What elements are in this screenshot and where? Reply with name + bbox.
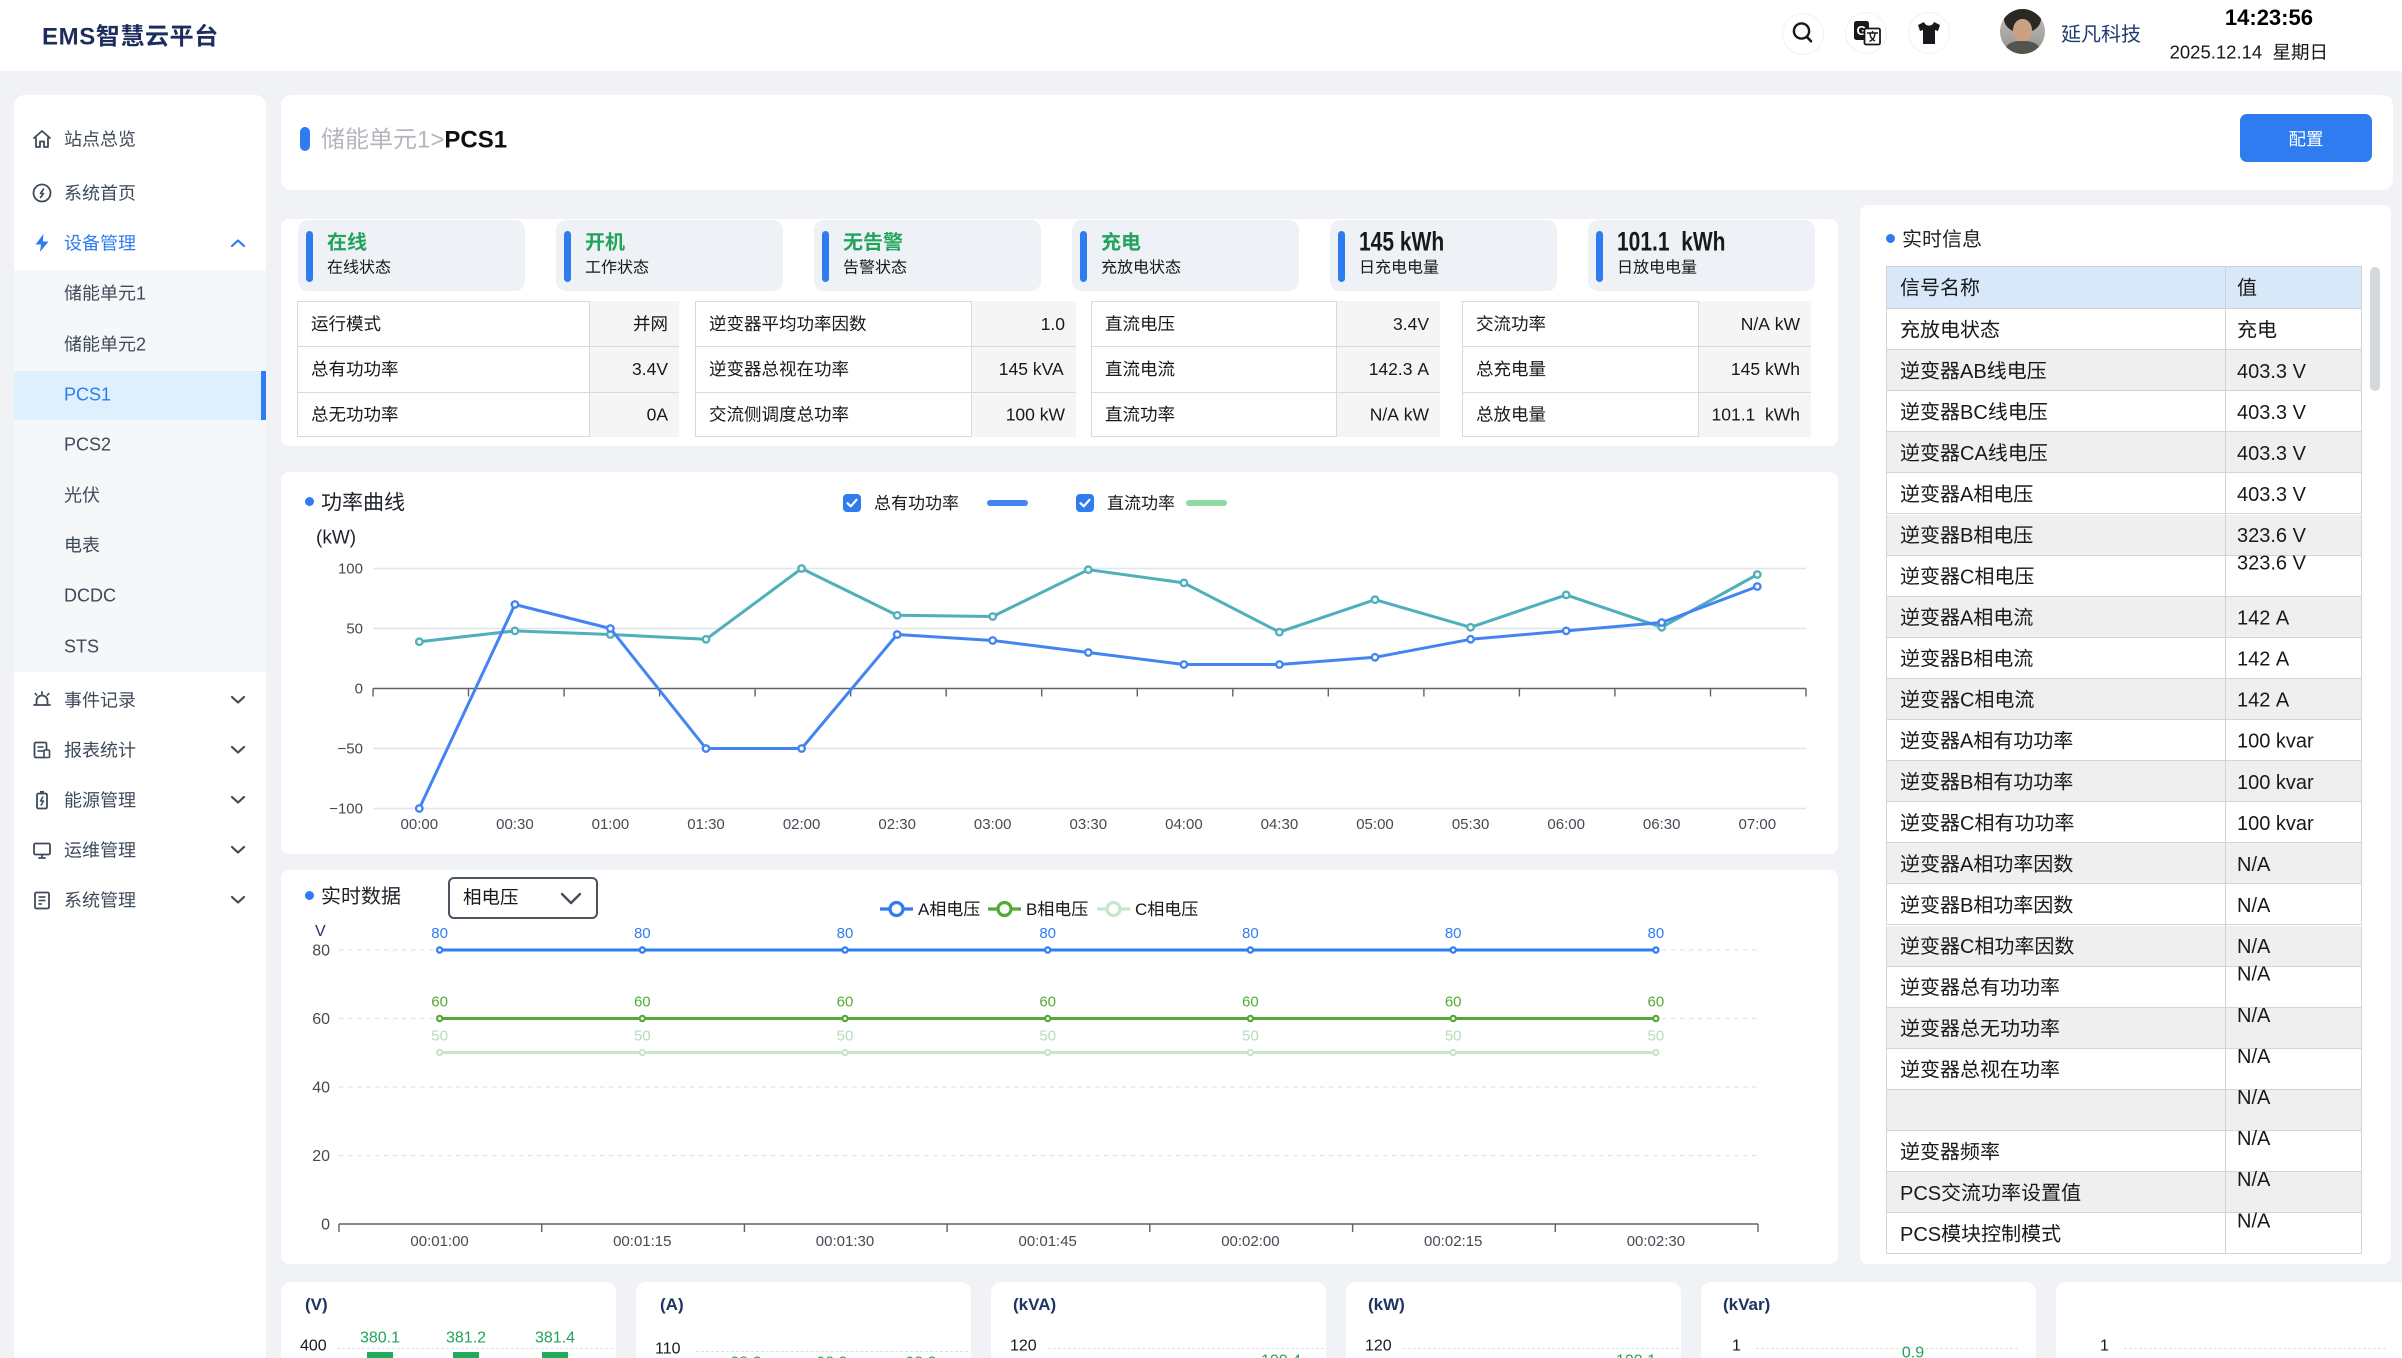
svg-text:(kVA): (kVA) — [1013, 1295, 1056, 1314]
svg-text:C: C — [1960, 813, 1974, 835]
svg-text:CA: CA — [1960, 443, 1988, 465]
svg-text:C: C — [1960, 936, 1974, 958]
svg-text:C: C — [1960, 690, 1974, 712]
svg-text:N/A: N/A — [2237, 1005, 2271, 1027]
svg-text:380.1: 380.1 — [360, 1330, 400, 1347]
svg-text:B: B — [1960, 772, 1973, 794]
svg-text:3.4V: 3.4V — [1393, 314, 1429, 334]
svg-text:AB: AB — [1960, 361, 1987, 383]
svg-text:3.4V: 3.4V — [632, 359, 668, 379]
svg-text:PCS2: PCS2 — [64, 434, 111, 454]
svg-text:145 kVA: 145 kVA — [999, 359, 1064, 379]
svg-text:142 A: 142 A — [2237, 649, 2290, 671]
svg-text:N/A: N/A — [2237, 1169, 2271, 1191]
svg-text:400: 400 — [300, 1338, 327, 1355]
svg-text:0.9: 0.9 — [1902, 1345, 1924, 1358]
svg-text:PCS: PCS — [1900, 1224, 1941, 1246]
svg-text:N/A: N/A — [2237, 1046, 2271, 1068]
svg-text:(kW): (kW) — [1368, 1295, 1405, 1314]
svg-text:142 A: 142 A — [2237, 607, 2290, 629]
svg-text:B: B — [1960, 895, 1973, 917]
svg-text:100 kW: 100 kW — [1006, 405, 1066, 425]
svg-text:(A): (A) — [660, 1295, 684, 1314]
svg-text:PCS1: PCS1 — [64, 384, 111, 404]
svg-text:N/A kW: N/A kW — [1370, 405, 1430, 425]
svg-text:120: 120 — [1365, 1338, 1392, 1355]
svg-text:B: B — [1960, 649, 1973, 671]
svg-text:N/A: N/A — [2237, 895, 2271, 917]
svg-text:2: 2 — [136, 334, 146, 354]
svg-text:1>: 1> — [417, 127, 444, 154]
svg-text:100.4: 100.4 — [1261, 1353, 1301, 1358]
svg-text:A: A — [1960, 484, 1974, 506]
svg-text:381.2: 381.2 — [446, 1330, 486, 1347]
svg-text:381.4: 381.4 — [535, 1330, 575, 1347]
svg-text:403.3 V: 403.3 V — [2237, 484, 2307, 506]
svg-text:EMS: EMS — [42, 24, 96, 51]
svg-text:A: A — [1960, 854, 1974, 876]
svg-text:N/A: N/A — [2237, 1128, 2271, 1150]
svg-text:(V): (V) — [305, 1295, 328, 1314]
svg-text:100 kvar: 100 kvar — [2237, 813, 2314, 835]
svg-text:BC: BC — [1960, 402, 1988, 424]
svg-text:N/A: N/A — [2237, 854, 2271, 876]
svg-text:1: 1 — [136, 283, 146, 303]
svg-text:N/A: N/A — [2237, 964, 2271, 986]
svg-text:145 kWh: 145 kWh — [1731, 359, 1800, 379]
svg-text:403.3 V: 403.3 V — [2237, 402, 2307, 424]
svg-text:100.1: 100.1 — [1616, 1353, 1656, 1358]
svg-text:(kVar): (kVar) — [1723, 1295, 1770, 1314]
svg-text:101.1 kWh: 101.1 kWh — [1617, 227, 1726, 257]
svg-text:C: C — [1960, 566, 1974, 588]
svg-text:N/A: N/A — [2237, 1210, 2271, 1232]
svg-text:323.6 V: 323.6 V — [2237, 553, 2307, 575]
svg-text:N/A kW: N/A kW — [1741, 314, 1801, 334]
svg-text:120: 120 — [1010, 1338, 1037, 1355]
svg-text:100 kvar: 100 kvar — [2237, 731, 2314, 753]
svg-text:PCS1: PCS1 — [444, 127, 507, 154]
svg-text:A: A — [1960, 731, 1974, 753]
svg-text:142.3 A: 142.3 A — [1369, 359, 1430, 379]
svg-text:N/A: N/A — [2237, 936, 2271, 958]
svg-text:14:23:56: 14:23:56 — [2225, 5, 2313, 30]
svg-text:N/A: N/A — [2237, 1087, 2271, 1109]
svg-text:A: A — [918, 900, 930, 919]
svg-text:2025.12.14: 2025.12.14 — [2170, 42, 2273, 63]
svg-text:100 kvar: 100 kvar — [2237, 772, 2314, 794]
svg-text:(kW): (kW) — [316, 528, 356, 549]
svg-text:1: 1 — [2100, 1338, 2109, 1355]
svg-text:C: C — [1135, 900, 1147, 919]
svg-text:403.3 V: 403.3 V — [2237, 361, 2307, 383]
svg-text:1: 1 — [1732, 1338, 1741, 1355]
svg-text:0A: 0A — [647, 405, 669, 425]
svg-text:A: A — [1960, 607, 1974, 629]
svg-text:STS: STS — [64, 636, 99, 656]
svg-text:101.1 kWh: 101.1 kWh — [1712, 405, 1801, 425]
svg-text:110: 110 — [655, 1341, 681, 1358]
svg-text:142 A: 142 A — [2237, 690, 2290, 712]
svg-text:B: B — [1026, 900, 1037, 919]
svg-text:DCDC: DCDC — [64, 585, 116, 605]
svg-text:1.0: 1.0 — [1041, 314, 1066, 334]
svg-text:145 kWh: 145 kWh — [1359, 227, 1444, 257]
svg-text:323.6 V: 323.6 V — [2237, 525, 2307, 547]
svg-text:403.3 V: 403.3 V — [2237, 443, 2307, 465]
svg-text:B: B — [1960, 525, 1973, 547]
svg-text:PCS: PCS — [1900, 1183, 1941, 1205]
